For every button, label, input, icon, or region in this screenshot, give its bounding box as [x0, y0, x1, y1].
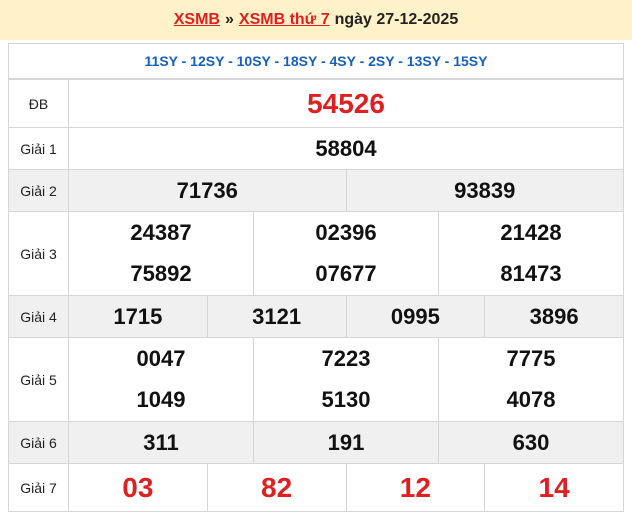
prize-row-g5: Giải 5 0047 7223 7775: [8, 337, 624, 422]
prize-4-value: 3896: [484, 295, 624, 338]
prize-row-g1: Giải 1 58804: [8, 127, 624, 170]
prize-label-g1: Giải 1: [8, 127, 69, 170]
draw-date: ngày 27-12-2025: [334, 11, 459, 28]
prize-5-value: 0047: [68, 337, 254, 380]
prize-3-value: 21428: [438, 211, 624, 254]
prize-label-g7: Giải 7: [8, 463, 69, 512]
prize-7-value: 12: [345, 463, 486, 512]
prize-label-g5: Giải 5: [8, 337, 69, 422]
prize-6-value: 191: [253, 421, 439, 464]
prize-4-value: 0995: [345, 295, 486, 338]
prize-5-value: 7223: [253, 337, 439, 380]
prize-label-g3: Giải 3: [8, 211, 69, 296]
prize-1-value: 58804: [68, 127, 624, 170]
prize-row-g6: Giải 6 311 191 630: [8, 421, 624, 464]
prize-row-g7: Giải 7 03 82 12 14: [8, 463, 624, 512]
prize-row-g3: Giải 3 24387 02396 21428: [8, 211, 624, 296]
prize-2-value: 93839: [345, 169, 624, 212]
prize-4-value: 3121: [206, 295, 347, 338]
prize-3-value: 24387: [68, 211, 254, 254]
prize-5-value: 1049: [68, 379, 254, 422]
prize-row-g5b: 1049 5130 4078: [9, 379, 624, 422]
prize-label-db: ĐB: [8, 79, 69, 128]
prize-row-g4: Giải 4 1715 3121 0995 3896: [8, 295, 624, 338]
prize-row-g3b: 75892 07677 81473: [9, 253, 624, 296]
prize-label-g6: Giải 6: [8, 421, 69, 464]
xsmb-link[interactable]: XSMB: [174, 11, 220, 29]
prize-3-value: 81473: [438, 253, 624, 296]
special-prize-value: 54526: [68, 79, 624, 128]
prize-7-value: 82: [206, 463, 347, 512]
prize-row-g2: Giải 2 71736 93839: [8, 169, 624, 212]
prize-6-value: 311: [68, 421, 254, 464]
prize-row-db: ĐB 54526: [8, 79, 624, 128]
results-header: XSMB » XSMB thứ 7 ngày 27-12-2025: [0, 0, 632, 40]
results-panel: XSMB » XSMB thứ 7 ngày 27-12-2025 11SY -…: [0, 0, 632, 516]
prize-4-value: 1715: [68, 295, 208, 338]
prize-6-value: 630: [438, 421, 624, 464]
prize-label-g4: Giải 4: [8, 295, 69, 338]
prize-5-value: 7775: [438, 337, 624, 380]
prize-2-value: 71736: [68, 169, 347, 212]
xsmb-saturday-link[interactable]: XSMB thứ 7: [239, 11, 330, 29]
prize-3-value: 75892: [68, 253, 254, 296]
prize-5-value: 4078: [438, 379, 624, 422]
prize-7-value: 03: [68, 463, 208, 512]
prize-3-value: 07677: [253, 253, 439, 296]
prize-7-value: 14: [484, 463, 624, 512]
prize-label-g2: Giải 2: [8, 169, 69, 212]
prize-5-value: 5130: [253, 379, 439, 422]
results-table: ĐB 54526 Giải 1 58804 Giải 2 71736 93839…: [8, 79, 624, 512]
breadcrumb-separator: »: [224, 11, 234, 28]
ticket-codes: 11SY - 12SY - 10SY - 18SY - 4SY - 2SY - …: [8, 43, 624, 79]
prize-3-value: 02396: [253, 211, 439, 254]
